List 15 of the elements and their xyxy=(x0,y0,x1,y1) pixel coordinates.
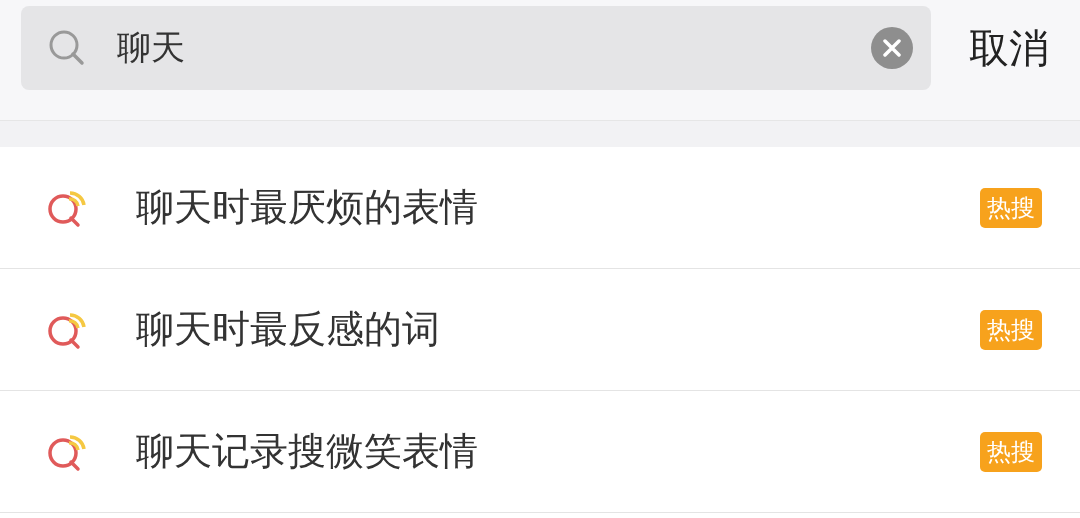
suggestion-item[interactable]: 聊天时最反感的词 热搜 xyxy=(0,269,1080,391)
hot-search-tag: 热搜 xyxy=(980,187,1042,228)
search-icon xyxy=(47,28,87,68)
suggestion-text: 聊天记录搜微笑表情 xyxy=(136,428,479,475)
cancel-button[interactable]: 取消 xyxy=(969,20,1049,76)
search-field[interactable]: 聊天 xyxy=(21,6,931,90)
close-icon xyxy=(883,39,901,57)
suggestion-text: 聊天时最厌烦的表情 xyxy=(136,184,479,231)
hot-search-tag: 热搜 xyxy=(980,309,1042,350)
suggestion-text: 聊天时最反感的词 xyxy=(136,306,441,353)
hot-search-tag: 热搜 xyxy=(980,431,1042,472)
suggestion-item[interactable]: 聊天记录搜微笑表情 热搜 xyxy=(0,391,1080,513)
suggestion-item[interactable]: 聊天时最厌烦的表情 热搜 xyxy=(0,147,1080,269)
clear-button[interactable] xyxy=(871,27,913,69)
search-input[interactable]: 聊天 xyxy=(115,27,843,69)
